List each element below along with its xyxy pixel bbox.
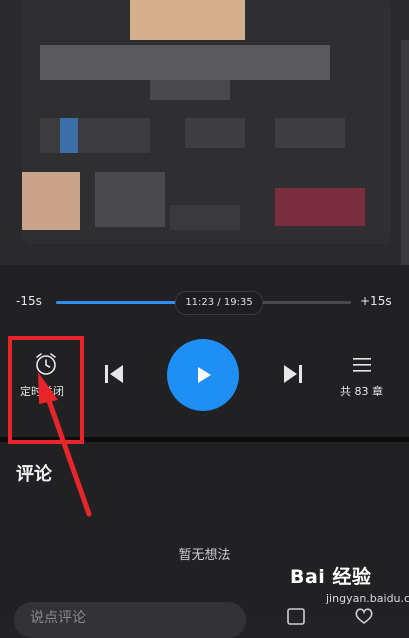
skip-back-button[interactable]: -15s	[16, 294, 42, 308]
play-button[interactable]	[167, 339, 239, 411]
blurred-subtitle-text	[150, 80, 230, 100]
next-chapter-icon[interactable]	[281, 362, 305, 386]
blurred-badge	[275, 188, 365, 226]
blurred-avatar	[22, 172, 80, 230]
progress-fill	[56, 301, 176, 304]
blurred-author-text	[95, 172, 165, 227]
annotation-highlight-box	[8, 336, 84, 444]
blurred-meta-text	[170, 205, 240, 230]
watermark-url: jingyan.baidu.com	[326, 592, 409, 605]
list-icon	[353, 358, 371, 372]
blurred-info-block-3	[275, 118, 345, 148]
side-edge	[401, 40, 409, 265]
comment-input[interactable]: 说点评论	[14, 602, 246, 638]
blurred-info-accent	[60, 118, 78, 153]
blurred-cover-image	[130, 0, 245, 40]
playback-time[interactable]: 11:23 / 19:35	[175, 291, 263, 315]
chapter-list-button[interactable]: 共 83 章	[336, 354, 388, 400]
previous-chapter-icon[interactable]	[102, 362, 126, 386]
content-preview-area	[0, 0, 409, 265]
blurred-info-block-2	[185, 118, 245, 148]
watermark-logo: Bai 经验	[290, 566, 372, 588]
comments-title: 评论	[16, 464, 52, 485]
blurred-info-block	[40, 118, 150, 153]
play-icon	[198, 367, 211, 383]
baidu-jingyan-watermark: Bai 经验 jingyan.baidu.com	[290, 560, 409, 610]
skip-forward-button[interactable]: +15s	[360, 294, 392, 308]
blurred-title-text	[40, 45, 330, 80]
chapter-count-label: 共 83 章	[340, 385, 383, 398]
